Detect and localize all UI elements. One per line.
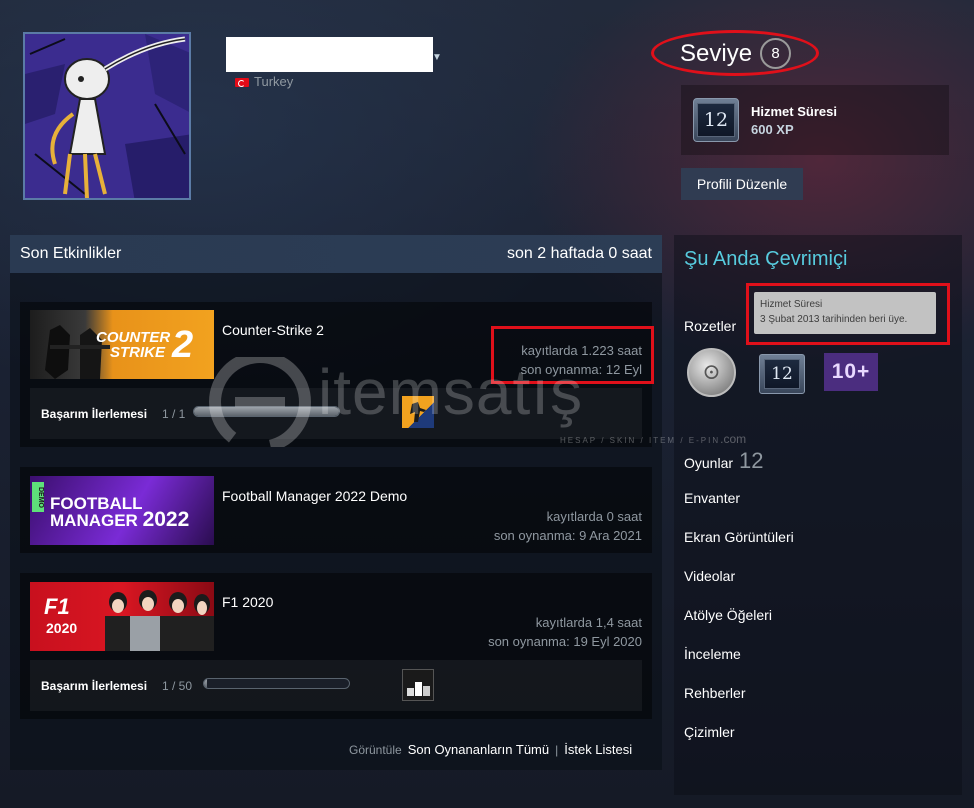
sidebar-item-videos[interactable]: Videolar [684,568,735,584]
achievement-progress-label: Başarım İlerlemesi [41,679,148,693]
game-capsule-cs2[interactable]: COUNTER STRIKE 2 [30,310,214,379]
sidebar-item-games[interactable]: Oyunlar 12 [684,448,764,474]
sidebar-item-artwork[interactable]: Çizimler [684,724,735,740]
badges-link[interactable]: Rozetler [684,318,736,334]
edit-profile-button[interactable]: Profili Düzenle [681,168,803,200]
game-title[interactable]: Counter-Strike 2 [222,322,324,338]
activity-footer-links: Görüntüle Son Oynananların Tümü | İstek … [349,742,632,757]
profile-avatar[interactable] [23,32,191,200]
recent-activity-title: Son Etkinlikler [20,245,122,262]
online-status: Şu Anda Çevrimiçi [684,248,848,270]
trophy-podium-icon [407,682,430,696]
game-title[interactable]: F1 2020 [222,594,273,610]
badge-years-number: 12 [764,359,800,389]
demo-tag: DEMO [32,482,44,512]
turkey-flag-icon [235,78,249,87]
years-of-service-badge-icon[interactable]: 12 [693,98,739,142]
game-title[interactable]: Football Manager 2022 Demo [222,488,407,504]
name-history-dropdown-icon[interactable]: ▼ [432,52,442,63]
featured-badge-title: Hizmet Süresi [751,104,837,119]
games-count: 12 [739,448,764,473]
recent-activity-hours: son 2 haftada 0 saat [507,245,652,262]
sidebar-item-inventory[interactable]: Envanter [684,490,740,506]
achievement-progress-fill [204,679,207,688]
badge-icon-number: 12 [697,103,735,137]
f1-drivers-image [105,590,214,651]
games-owned-badge-icon[interactable]: 10+ [824,353,878,391]
game-capsule-f1-2020[interactable]: F1 2020 [30,582,214,651]
view-label: Görüntüle [349,742,402,757]
recent-activity-header: Son Etkinlikler son 2 haftada 0 saat [10,235,662,273]
tooltip-highlight-annotation [746,283,950,345]
games-label: Oyunlar [684,455,734,471]
watermark-subtext: HESAP / SKIN / ITEM / E-PIN.com [560,432,747,446]
achievement-count: 1 / 1 [162,407,186,421]
avatar-image [25,34,189,198]
watermark-text: itemsatış [318,356,584,428]
achievement-progress-bar [203,678,350,689]
profile-name-redacted [226,37,433,72]
achievement-icon[interactable] [402,669,434,701]
level-highlight-annotation [651,30,819,76]
years-of-service-badge-icon[interactable]: 12 [759,354,805,394]
sidebar-item-screenshots[interactable]: Ekran Görüntüleri [684,529,794,545]
achievement-count: 1 / 50 [162,679,193,693]
sidebar-item-reviews[interactable]: İnceleme [684,646,741,662]
game-last-played: son oynanma: 19 Eyl 2020 [488,634,642,649]
wishlist-link[interactable]: İstek Listesi [564,742,632,757]
achievement-progress-label: Başarım İlerlemesi [41,407,148,421]
cs2-logo-text: COUNTER STRIKE [96,329,171,361]
game-capsule-fm2022[interactable]: DEMO FOOTBALL MANAGER 2022 [30,476,214,545]
game-hours: kayıtlarda 1,4 saat [535,615,642,630]
link-separator: | [555,742,559,757]
game-hours: kayıtlarda 0 saat [546,509,642,524]
fm-logo-text: FOOTBALL MANAGER 2022 [50,494,190,531]
recent-games-link[interactable]: Son Oynananların Tümü [408,742,549,757]
sidebar-item-guides[interactable]: Rehberler [684,685,745,701]
game-last-played: son oynanma: 9 Ara 2021 [493,528,642,543]
profile-country: Turkey [254,74,294,89]
community-coin-badge-icon[interactable]: ⊙ [687,348,736,397]
cs2-logo-number: 2 [172,324,194,366]
featured-badge-xp: 600 XP [751,122,794,137]
sidebar-item-workshop[interactable]: Atölye Öğeleri [684,607,772,623]
